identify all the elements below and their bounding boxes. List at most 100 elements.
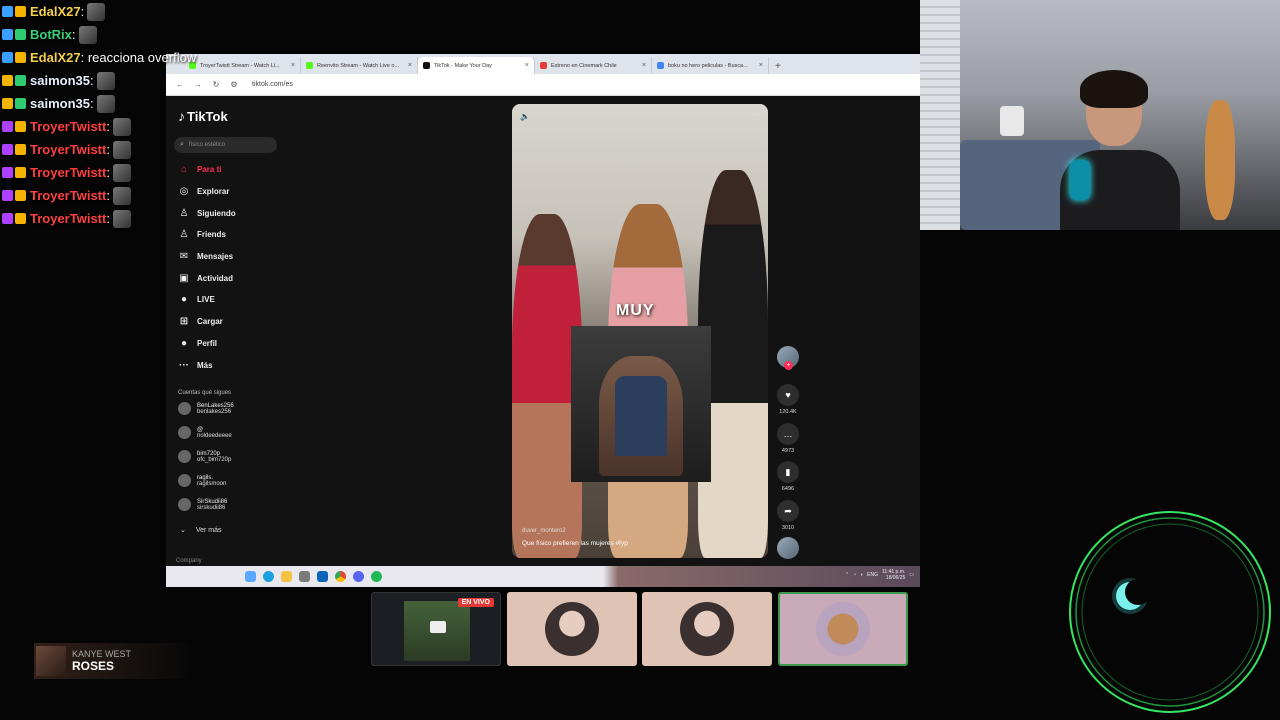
tab-title: Estreno en Cinemark Chile [551,62,617,69]
store-icon[interactable] [299,571,310,582]
chat-badge-icon [15,98,26,109]
sidebar-item[interactable]: ▣ Actividad [178,271,233,285]
close-tab-icon[interactable]: × [642,62,646,69]
language-indicator[interactable]: ENG [867,572,878,578]
tab-strip: TroyerTwistt Stream - Watch Li... × Reenvi… [166,54,920,74]
chat-username[interactable]: TroyerTwistt [30,165,106,180]
followed-account[interactable]: BenLakes256 benlakes256 [178,402,234,415]
sound-avatar-button[interactable] [774,537,802,559]
chat-badge-icon [2,52,13,63]
url-field[interactable]: tiktok.com/es [252,81,293,88]
chat-username[interactable]: EdalX27 [30,4,81,19]
chat-text: : [106,188,110,203]
chat-username[interactable]: TroyerTwistt [30,119,106,134]
account-avatar [178,426,191,439]
chat-overlay: EdalX27: BotRix: EdalX27: reacciona overfl… [0,0,240,230]
favicon-icon [306,62,313,69]
sidebar-item[interactable]: ● Perfil [178,336,217,350]
notifications-icon[interactable]: ▭ [909,572,914,578]
followed-account[interactable]: ragils. ragilsmoon [178,474,226,487]
followed-account[interactable]: bim720p ofc_bim720p [178,450,231,463]
screen-share-tile[interactable]: EN VIVO [371,592,501,666]
participant-tile-speaking[interactable] [778,592,908,666]
volume-icon[interactable]: ◖ [860,572,863,578]
chrome-icon[interactable] [335,571,346,582]
video-author[interactable]: duver_montero2 [522,528,566,534]
edge-icon[interactable] [263,571,274,582]
webcam-guitar [1205,100,1235,220]
save-button[interactable]: ▮ 6496 [774,461,802,492]
account-names: SirSkudii86 sirskudii86 [197,499,227,511]
followed-account[interactable]: SirSkudii86 sirskudii86 [178,498,227,511]
outlook-icon[interactable] [317,571,328,582]
video-caption: Que físico prefieren las mujeres #fyp [522,540,628,547]
sidebar-item-label: Cargar [197,316,223,326]
creator-avatar-button[interactable]: + [774,346,802,370]
video-player[interactable]: MUY 🔈 ⋯ duver_montero2 Que físico prefie… [512,104,768,558]
chat-message: BotRix: [0,23,240,46]
chat-username[interactable]: saimon35 [30,73,90,88]
track-artist: KANYE WEST [72,649,132,659]
spotify-icon[interactable] [371,571,382,582]
chat-badge-icon [2,29,13,40]
chat-username[interactable]: BotRix [30,27,72,42]
tab-title: TikTok - Make Your Day [434,62,492,69]
chat-username[interactable]: TroyerTwistt [30,142,106,157]
sidebar-item[interactable]: ● LIVE [178,292,215,306]
close-tab-icon[interactable]: × [525,62,529,69]
chat-username[interactable]: TroyerTwistt [30,211,106,226]
sidebar-item[interactable]: ··· Más [178,358,213,372]
taskbar-apps [238,571,382,582]
chat-message: saimon35: [0,69,240,92]
creator-avatar: + [777,346,799,370]
account-display-name: SirSkudii86 [197,498,228,505]
participant-avatar [680,602,734,656]
participant-tile[interactable] [507,592,637,666]
browser-tab[interactable]: Reenvito Stream - Watch Live o... × [301,57,418,74]
followed-account[interactable]: @ noldeedeeee [178,426,232,439]
close-tab-icon[interactable]: × [408,62,412,69]
clock[interactable]: 11:41 p.m. 18/06/25 [882,569,905,581]
account-names: BenLakes256 benlakes256 [197,403,234,415]
ring-inner [1081,523,1259,701]
close-tab-icon[interactable]: × [759,62,763,69]
track-info: KANYE WEST ROSES [72,649,131,673]
screen-share-icon [430,621,446,633]
sidebar-item[interactable]: ✉ Mensajes [178,249,233,263]
follow-plus-icon[interactable]: + [784,361,793,370]
chat-emote-icon [78,25,97,44]
share-button[interactable]: ➦ 3010 [774,500,802,531]
chat-username[interactable]: EdalX27 [30,50,81,65]
participant-tile[interactable] [642,592,772,666]
tiktok-page: ♪ TikTok ⌕ físico estético ⌂ Para ti ◎ Expl… [166,96,920,570]
chat-username[interactable]: saimon35 [30,96,90,111]
more-options-icon[interactable]: ⋯ [752,110,760,119]
sidebar-item-icon: ✉ [179,250,189,262]
mute-icon[interactable]: 🔈 [520,112,530,121]
sidebar-item[interactable]: ⊞ Cargar [178,314,223,328]
folder-icon[interactable] [281,571,292,582]
see-more-link[interactable]: ⌄ Ver más [180,526,222,534]
like-button[interactable]: ♥ 120.4K [774,384,802,415]
chat-message: EdalX27: [0,0,240,23]
browser-tab[interactable]: boku no hero peliculas - Busca... × [652,57,769,74]
start-icon[interactable] [245,571,256,582]
close-tab-icon[interactable]: × [291,62,295,69]
chat-badge-icon [2,75,13,86]
chat-badge-icon [15,167,26,178]
ring-outer [1069,511,1271,713]
tray-chevron-icon[interactable]: ⌃ [845,572,849,578]
chat-username[interactable]: TroyerTwistt [30,188,106,203]
browser-tab[interactable]: Estreno en Cinemark Chile × [535,57,652,74]
discord-icon[interactable] [353,571,364,582]
new-tab-button[interactable]: + [769,61,787,74]
wifi-icon[interactable]: ◔ [853,572,856,578]
comment-button[interactable]: … 4973 [774,423,802,454]
company-link[interactable]: Company [176,558,202,564]
browser-tab[interactable]: TikTok - Make Your Day × [418,57,535,74]
chat-text: : [71,27,76,42]
webcam-feed [920,0,1280,230]
chat-text: : [106,165,110,180]
bookmark-icon: ▮ [777,461,799,483]
sidebar-item-label: Mensajes [197,251,234,261]
